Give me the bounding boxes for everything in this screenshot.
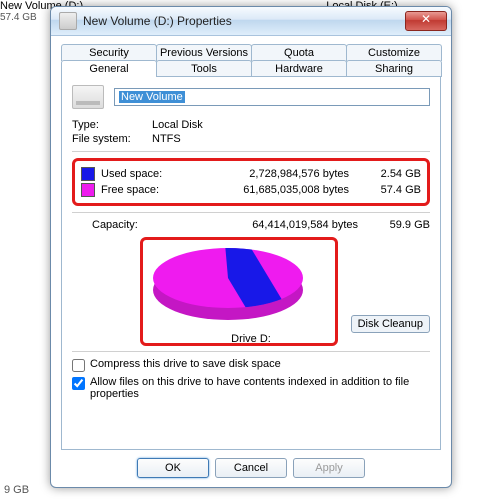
free-bytes: 61,685,035,008 bytes [179,184,369,196]
properties-dialog: New Volume (D:) Properties ✕ Security Pr… [50,6,452,488]
tab-customize[interactable]: Customize [346,44,442,61]
free-swatch [81,183,95,197]
tab-strip: Security Previous Versions Quota Customi… [61,44,441,77]
tab-quota[interactable]: Quota [251,44,347,61]
capacity-bytes: 64,414,019,584 bytes [190,219,378,231]
cancel-button[interactable]: Cancel [215,458,287,478]
tab-sharing[interactable]: Sharing [346,60,442,77]
pie-chart [153,248,303,308]
compress-label: Compress this drive to save disk space [90,358,281,370]
window-title: New Volume (D:) Properties [83,14,405,28]
ok-button[interactable]: OK [137,458,209,478]
drive-large-icon [72,85,104,109]
dialog-footer: OK Cancel Apply [61,450,441,480]
filesystem-label: File system: [72,133,152,145]
used-swatch [81,167,95,181]
compress-checkbox-row[interactable]: Compress this drive to save disk space [72,358,430,372]
index-label: Allow files on this drive to have conten… [90,376,430,400]
tab-general[interactable]: General [61,60,157,77]
used-human: 2.54 GB [369,168,421,180]
tab-security[interactable]: Security [61,44,157,61]
type-label: Type: [72,119,152,131]
tab-hardware[interactable]: Hardware [251,60,347,77]
type-value: Local Disk [152,119,430,131]
space-highlight: Used space: 2,728,984,576 bytes 2.54 GB … [72,158,430,206]
tab-previous-versions[interactable]: Previous Versions [156,44,252,61]
pie-highlight [140,237,338,346]
free-human: 57.4 GB [369,184,421,196]
used-label: Used space: [101,168,179,180]
titlebar[interactable]: New Volume (D:) Properties ✕ [51,7,451,36]
drive-icon [59,12,77,30]
apply-button[interactable]: Apply [293,458,365,478]
bg-bottom-size: 9 GB [4,484,29,496]
close-button[interactable]: ✕ [405,11,447,31]
filesystem-value: NTFS [152,133,430,145]
compress-checkbox[interactable] [72,359,85,372]
used-bytes: 2,728,984,576 bytes [179,168,369,180]
index-checkbox-row[interactable]: Allow files on this drive to have conten… [72,376,430,400]
capacity-human: 59.9 GB [378,219,430,231]
index-checkbox[interactable] [72,377,85,390]
tab-tools[interactable]: Tools [156,60,252,77]
free-label: Free space: [101,184,179,196]
capacity-label: Capacity: [72,219,190,231]
pie-drive-label: Drive D: [72,333,430,345]
volume-name-input[interactable]: New Volume [114,88,430,106]
general-panel: New Volume Type: Local Disk File system:… [61,76,441,450]
disk-cleanup-button[interactable]: Disk Cleanup [351,315,430,333]
